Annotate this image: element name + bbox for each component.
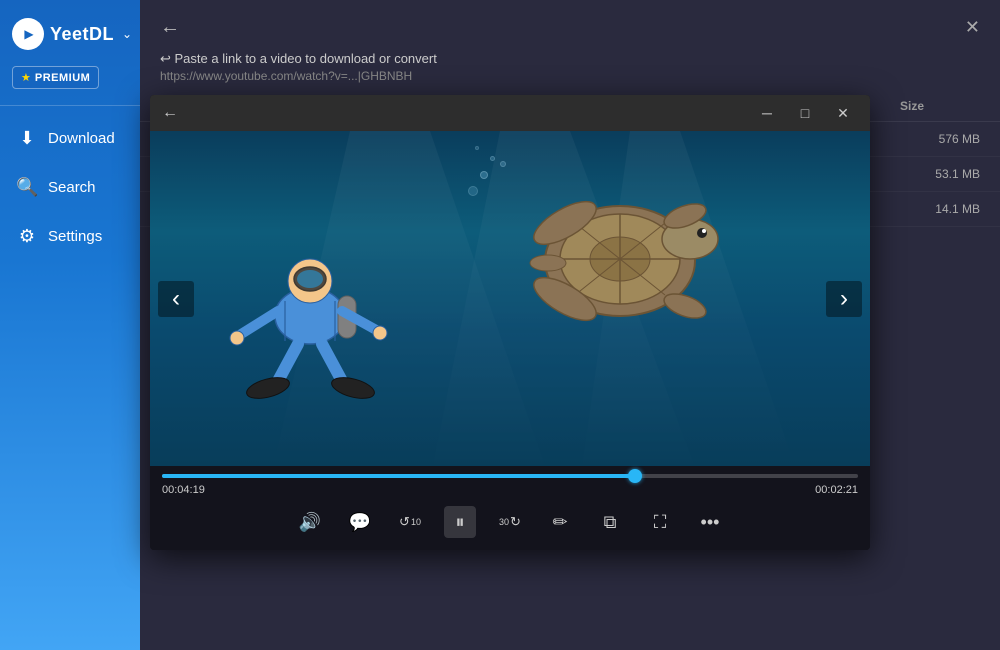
app-window: YeetDL ⌄ ★ PREMIUM ⬇ Download 🔍 Search ⚙… <box>0 0 1000 650</box>
search-icon: 🔍 <box>16 177 38 198</box>
sidebar-item-settings[interactable]: ⚙ Settings <box>0 212 140 261</box>
volume-button[interactable]: 🔊 <box>294 506 326 538</box>
sidebar: YeetDL ⌄ ★ PREMIUM ⬇ Download 🔍 Search ⚙… <box>0 0 140 650</box>
sidebar-item-download[interactable]: ⬇ Download <box>0 114 140 163</box>
progress-fill <box>162 474 635 478</box>
underwater-scene: ‹ › <box>150 131 870 466</box>
row-size: 14.1 MB <box>900 202 980 216</box>
bubble <box>500 161 506 167</box>
captions-button[interactable]: 💬 <box>344 506 376 538</box>
player-controls: 00:04:19 00:02:21 🔊 💬 ↺10 ⏸ 30↻ <box>150 466 870 550</box>
player-titlebar: ← ─ □ ✕ <box>150 95 870 131</box>
logo-area: YeetDL ⌄ <box>0 0 140 62</box>
bubble <box>490 156 495 161</box>
sidebar-label-download: Download <box>48 130 115 147</box>
forward-30-button[interactable]: 30↻ <box>494 506 526 538</box>
chevron-icon: ⌄ <box>122 27 132 41</box>
star-icon: ★ <box>21 71 31 84</box>
time-row: 00:04:19 00:02:21 <box>162 484 858 496</box>
app-title: YeetDL <box>50 24 114 45</box>
annotation-button[interactable]: ✏ <box>544 506 576 538</box>
media-player: ← ─ □ ✕ <box>150 95 870 550</box>
minimize-button[interactable]: ─ <box>752 98 782 128</box>
rewind-10-button[interactable]: ↺10 <box>394 506 426 538</box>
sidebar-item-search[interactable]: 🔍 Search <box>0 163 140 212</box>
row-size: 53.1 MB <box>900 167 980 181</box>
main-content: ← ✕ ↩ Paste a link to a video to downloa… <box>140 0 1000 650</box>
logo-icon <box>12 18 44 50</box>
sidebar-label-search: Search <box>48 179 96 196</box>
diver-svg <box>210 226 450 406</box>
row-size: 576 MB <box>900 132 980 146</box>
next-arrow-button[interactable]: › <box>826 281 862 317</box>
premium-badge[interactable]: ★ PREMIUM <box>12 66 99 89</box>
close-button[interactable]: ✕ <box>965 17 980 38</box>
time-remaining: 00:02:21 <box>815 484 858 496</box>
sidebar-label-settings: Settings <box>48 228 102 245</box>
player-back-button[interactable]: ← <box>162 104 186 122</box>
play-pause-button[interactable]: ⏸ <box>444 506 476 538</box>
prev-arrow-button[interactable]: ‹ <box>158 281 194 317</box>
time-elapsed: 00:04:19 <box>162 484 205 496</box>
progress-bar[interactable] <box>162 474 858 478</box>
bubble <box>475 146 479 150</box>
maximize-button[interactable]: □ <box>790 98 820 128</box>
player-close-button[interactable]: ✕ <box>828 98 858 128</box>
url-bar: ↩ Paste a link to a video to download or… <box>140 51 1000 91</box>
video-area: ‹ › <box>150 131 870 466</box>
main-header: ← ✕ <box>140 0 1000 51</box>
turtle-svg <box>490 161 750 361</box>
url-partial: https://www.youtube.com/watch?v=...|GHBN… <box>160 69 980 83</box>
col-header-size: Size <box>900 99 980 113</box>
back-button[interactable]: ← <box>160 16 180 39</box>
progress-thumb[interactable] <box>628 469 642 483</box>
more-options-button[interactable]: ••• <box>694 506 726 538</box>
pip-button[interactable]: ⧉ <box>594 506 626 538</box>
window-controls: ─ □ ✕ <box>752 98 858 128</box>
paste-hint: ↩ Paste a link to a video to download or… <box>160 51 980 67</box>
fullscreen-button[interactable]: ⛶ <box>644 506 676 538</box>
settings-icon: ⚙ <box>16 226 38 247</box>
download-icon: ⬇ <box>16 128 38 149</box>
bubble <box>468 186 478 196</box>
premium-label: PREMIUM <box>35 72 90 84</box>
bubble <box>480 171 488 179</box>
sidebar-nav: ⬇ Download 🔍 Search ⚙ Settings <box>0 106 140 261</box>
controls-row: 🔊 💬 ↺10 ⏸ 30↻ ✏ ⧉ ⛶ <box>162 502 858 542</box>
